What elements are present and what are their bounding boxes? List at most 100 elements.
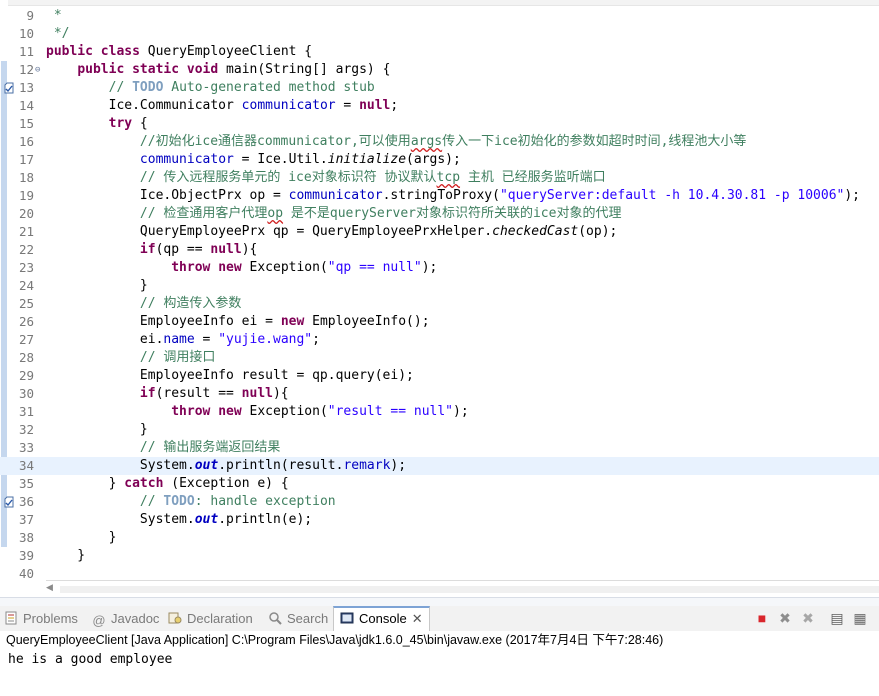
code-text[interactable]: QueryEmployeePrx qp = QueryEmployeePrxHe… xyxy=(46,223,617,241)
code-text[interactable]: // 输出服务端返回结果 xyxy=(46,439,280,457)
code-line[interactable]: 15 try { xyxy=(0,115,879,133)
code-token: Auto-generated method stub xyxy=(163,80,375,95)
scroll-left-arrow-icon[interactable]: ◀ xyxy=(46,583,53,593)
code-line[interactable]: 25 // 构造传入参数 xyxy=(0,295,879,313)
code-token: "qp == null" xyxy=(327,260,422,275)
clear-console-icon[interactable]: ▤ xyxy=(829,610,845,626)
code-text[interactable]: } xyxy=(46,421,148,439)
code-line[interactable]: 20 // 检查通用客户代理op 是不是queryServer对象标识符所关联的… xyxy=(0,205,879,223)
code-line[interactable]: 36 // TODO: handle exception xyxy=(0,493,879,511)
close-tab-icon[interactable]: ✕ xyxy=(412,611,423,626)
task-marker-icon[interactable] xyxy=(4,496,14,508)
fold-toggle-icon[interactable]: ⊖ xyxy=(35,61,40,79)
code-line[interactable]: 28 // 调用接口 xyxy=(0,349,879,367)
line-number: 34 xyxy=(18,458,34,473)
code-text[interactable]: System.out.println(e); xyxy=(46,511,312,529)
code-text[interactable]: // TODO Auto-generated method stub xyxy=(46,79,375,97)
scrollbar-thumb[interactable] xyxy=(60,586,879,593)
terminate-icon[interactable]: ■ xyxy=(754,610,770,626)
code-text[interactable]: } xyxy=(46,277,148,295)
code-text[interactable]: // 调用接口 xyxy=(46,349,215,367)
code-token: throw xyxy=(171,404,211,419)
code-text[interactable]: throw new Exception("result == null"); xyxy=(46,403,468,421)
code-text[interactable]: */ xyxy=(46,25,70,43)
code-text[interactable]: communicator = Ice.Util.initialize(args)… xyxy=(46,151,461,169)
code-line-current[interactable]: 34 System.out.println(result.remark); xyxy=(0,457,879,475)
code-token: out xyxy=(194,458,219,473)
code-token: name xyxy=(163,332,195,347)
code-line[interactable]: 38 } xyxy=(0,529,879,547)
code-line[interactable]: 14 Ice.Communicator communicator = null; xyxy=(0,97,879,115)
code-line[interactable]: 35 } catch (Exception e) { xyxy=(0,475,879,493)
console-output[interactable]: he is a good employee xyxy=(8,651,172,669)
code-token: EmployeeInfo(); xyxy=(304,314,430,329)
code-text[interactable]: } catch (Exception e) { xyxy=(46,475,289,493)
code-line[interactable]: 19 Ice.ObjectPrx op = communicator.strin… xyxy=(0,187,879,205)
remove-launch-icon[interactable]: ✖ xyxy=(777,610,793,626)
console-launch-status: QueryEmployeeClient [Java Application] C… xyxy=(6,633,664,647)
code-text[interactable]: // TODO: handle exception xyxy=(46,493,336,511)
code-line[interactable]: 23 throw new Exception("qp == null"); xyxy=(0,259,879,277)
code-line[interactable]: 32 } xyxy=(0,421,879,439)
code-line[interactable]: 10 */ xyxy=(0,25,879,43)
tab-javadoc[interactable]: @ Javadoc xyxy=(92,606,159,631)
tab-declaration[interactable]: Declaration xyxy=(168,606,253,631)
code-line[interactable]: 16 //初始化ice通信器communicator,可以使用args传入一下i… xyxy=(0,133,879,151)
code-line[interactable]: 18 // 传入远程服务单元的 ice对象标识符 协议默认tcp 主机 已经服务… xyxy=(0,169,879,187)
code-line[interactable]: 9 * xyxy=(0,7,879,25)
tab-search[interactable]: Search xyxy=(268,606,328,631)
code-token: "yujie.wang" xyxy=(218,332,313,347)
code-text[interactable]: Ice.Communicator communicator = null; xyxy=(46,97,399,115)
code-text[interactable]: //初始化ice通信器communicator,可以使用args传入一下ice初… xyxy=(46,133,747,151)
code-line[interactable]: 11 public class QueryEmployeeClient { xyxy=(0,43,879,61)
console-view[interactable]: QueryEmployeeClient [Java Application] C… xyxy=(0,631,879,696)
code-line[interactable]: 21 QueryEmployeePrx qp = QueryEmployeePr… xyxy=(0,223,879,241)
code-text[interactable]: EmployeeInfo ei = new EmployeeInfo(); xyxy=(46,313,430,331)
tab-problems[interactable]: Problems xyxy=(4,606,78,631)
code-line[interactable]: 29 EmployeeInfo result = qp.query(ei); xyxy=(0,367,879,385)
code-text[interactable]: ei.name = "yujie.wang"; xyxy=(46,331,320,349)
code-token: = xyxy=(335,98,360,113)
code-text[interactable]: System.out.println(result.remark); xyxy=(46,457,406,475)
code-line[interactable]: 24 } xyxy=(0,277,879,295)
code-token: initialize xyxy=(327,152,407,167)
code-text[interactable]: } xyxy=(46,547,85,565)
code-text[interactable]: try { xyxy=(46,115,148,133)
code-text[interactable]: Ice.ObjectPrx op = communicator.stringTo… xyxy=(46,187,860,205)
code-line[interactable]: 39 } xyxy=(0,547,879,565)
code-text[interactable]: if(result == null){ xyxy=(46,385,289,403)
horizontal-scrollbar[interactable]: ◀ xyxy=(46,580,879,598)
code-text[interactable]: public class QueryEmployeeClient { xyxy=(46,43,312,61)
code-line[interactable]: 26 EmployeeInfo ei = new EmployeeInfo(); xyxy=(0,313,879,331)
tab-console[interactable]: Console ✕ xyxy=(333,606,430,632)
code-text[interactable]: EmployeeInfo result = qp.query(ei); xyxy=(46,367,414,385)
code-line[interactable]: 27 ei.name = "yujie.wang"; xyxy=(0,331,879,349)
at-icon: @ xyxy=(92,613,106,628)
code-line[interactable]: 37 System.out.println(e); xyxy=(0,511,879,529)
code-line[interactable]: 13 // TODO Auto-generated method stub xyxy=(0,79,879,97)
code-token: // 构造传入参数 xyxy=(139,296,242,311)
code-line[interactable]: 31 throw new Exception("result == null")… xyxy=(0,403,879,421)
code-text[interactable]: if(qp == null){ xyxy=(46,241,257,259)
code-text[interactable]: // 传入远程服务单元的 ice对象标识符 协议默认tcp 主机 已经服务监听端… xyxy=(46,169,606,187)
code-text[interactable]: // 检查通用客户代理op 是不是queryServer对象标识符所关联的ice… xyxy=(46,205,622,223)
code-line[interactable]: 22 if(qp == null){ xyxy=(0,241,879,259)
code-line[interactable]: 40 xyxy=(0,565,879,580)
code-line[interactable]: 30 if(result == null){ xyxy=(0,385,879,403)
code-text[interactable]: throw new Exception("qp == null"); xyxy=(46,259,437,277)
code-line[interactable]: 33 // 输出服务端返回结果 xyxy=(0,439,879,457)
code-text[interactable]: } xyxy=(46,529,117,547)
scroll-lock-icon[interactable]: ▦ xyxy=(852,610,868,626)
code-editor[interactable]: 9 * 10 */11 public class QueryEmployeeClie… xyxy=(0,0,879,580)
code-text[interactable]: public static void main(String[] args) { xyxy=(46,61,390,79)
task-marker-icon[interactable] xyxy=(4,82,14,94)
code-text[interactable]: * xyxy=(46,7,62,25)
line-number: 39 xyxy=(18,548,34,563)
editor-top-strip xyxy=(0,0,879,6)
line-number: 31 xyxy=(18,404,34,419)
remove-all-launches-icon[interactable]: ✖ xyxy=(800,610,816,626)
code-token: communicator xyxy=(139,152,234,167)
code-text[interactable]: // 构造传入参数 xyxy=(46,295,241,313)
code-line[interactable]: 12 ⊖ public static void main(String[] arg… xyxy=(0,61,879,79)
code-line[interactable]: 17 communicator = Ice.Util.initialize(ar… xyxy=(0,151,879,169)
